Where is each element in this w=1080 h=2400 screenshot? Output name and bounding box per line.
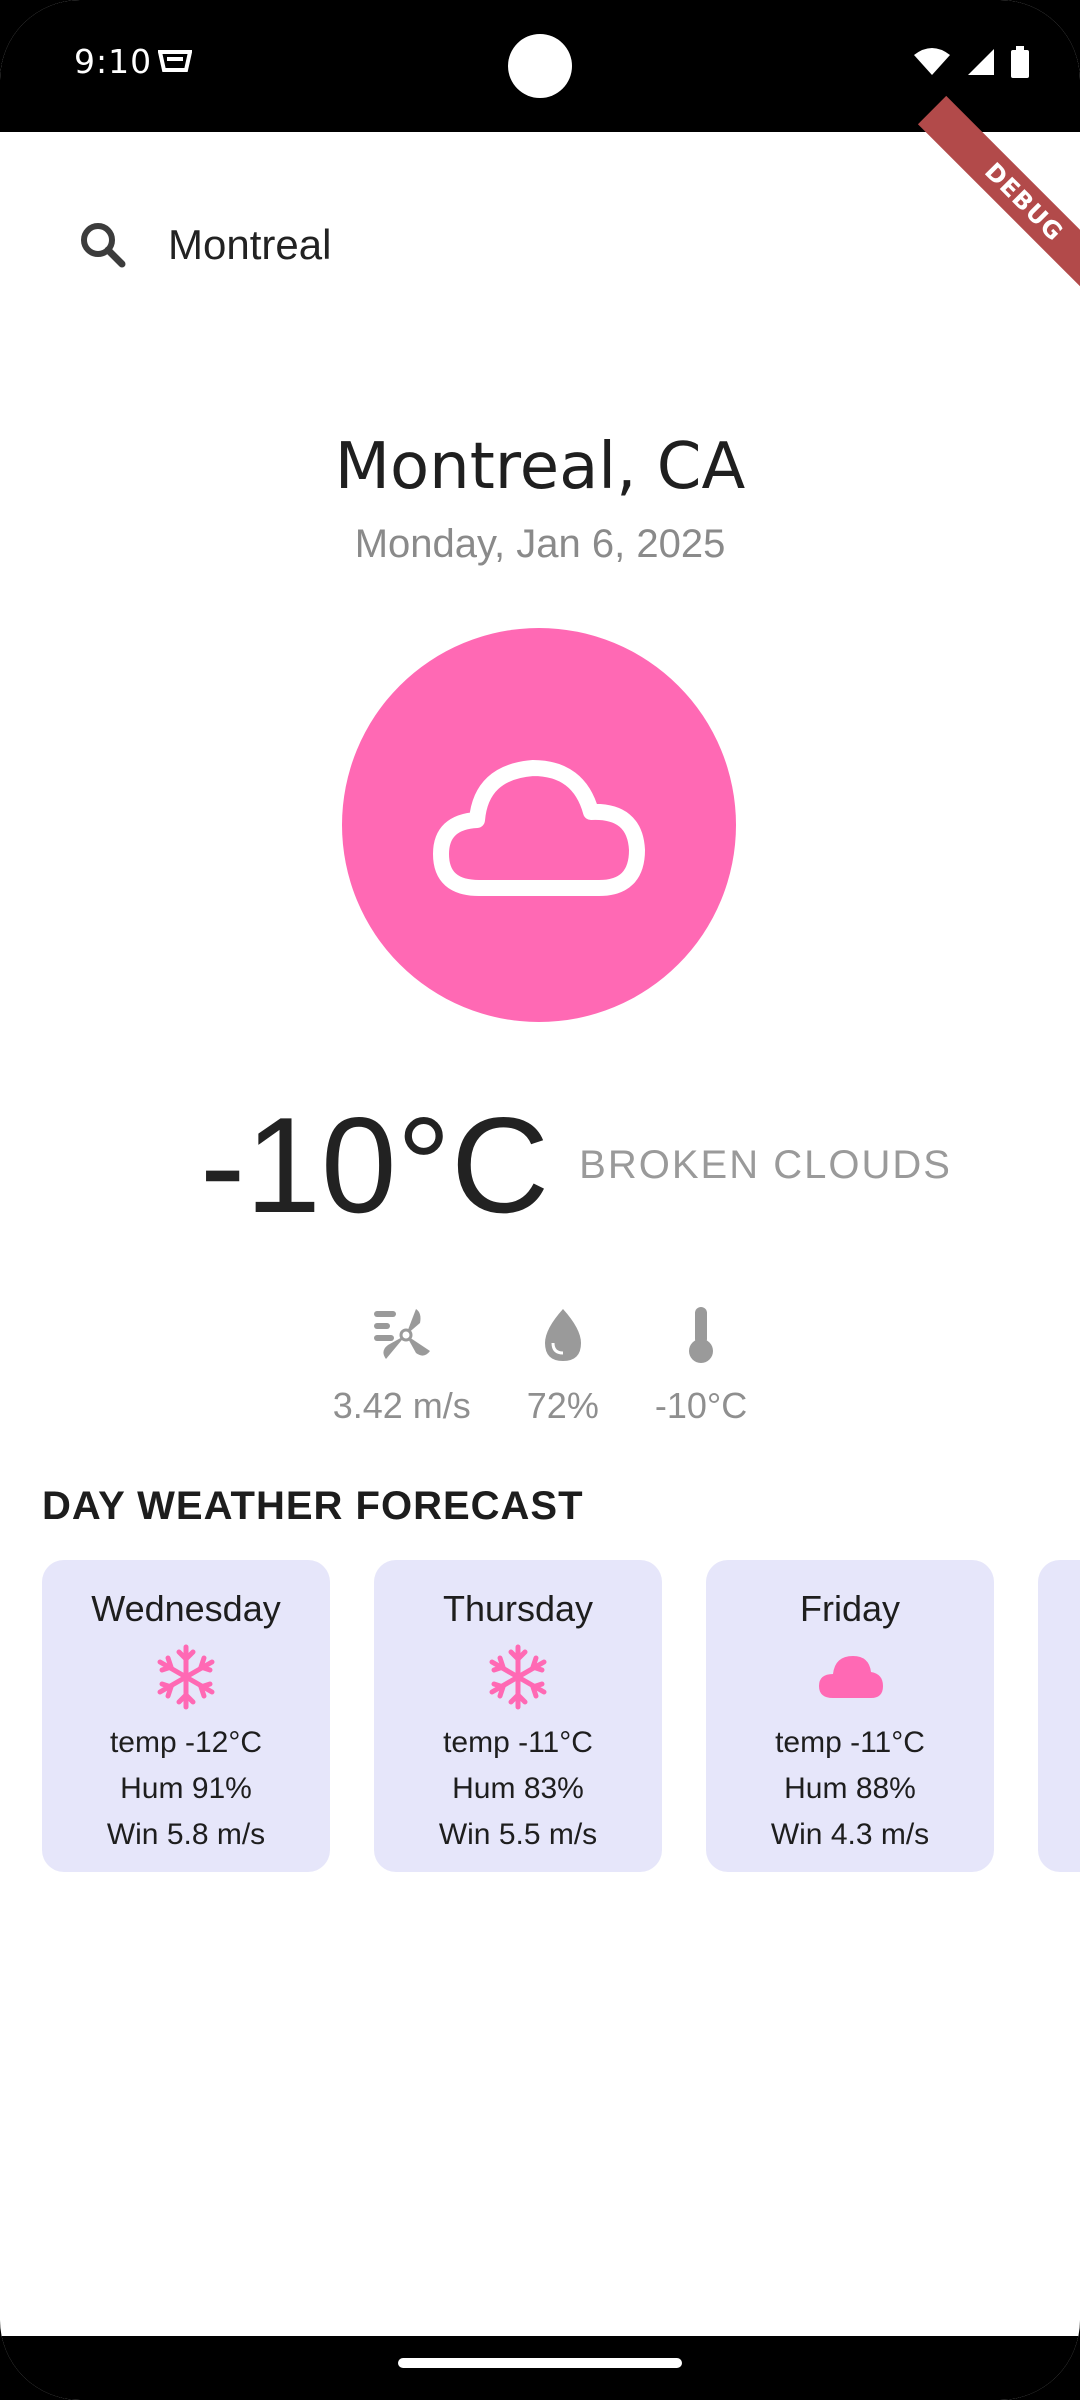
forecast-day: Thursday (442, 1588, 594, 1629)
weather-icon-circle (342, 628, 736, 1022)
wind-icon (373, 1309, 430, 1359)
status-time: 9:10 (74, 42, 153, 81)
navigation-bar (0, 2336, 1080, 2400)
forecast-card[interactable]: Friday temp -11°C Hum 88% Win 4.3 m/s (706, 1560, 994, 1872)
forecast-temp: temp -12°C (109, 1726, 263, 1759)
snowflake-icon (489, 1644, 547, 1710)
forecast-wind: Win 5.8 m/s (106, 1818, 266, 1851)
humidity-stat: 72% (527, 1305, 599, 1427)
notification-icon (158, 50, 192, 72)
forecast-day: Wednesday (91, 1588, 281, 1629)
forecast-wind: Win 5.5 m/s (438, 1818, 598, 1851)
status-icons (912, 46, 1030, 78)
weather-description: BROKEN CLOUDS (579, 1142, 952, 1187)
thermometer-icon (689, 1307, 714, 1363)
forecast-list[interactable]: Wednesday temp -12°C Hum 91% Win 5.8 m/s… (42, 1560, 1080, 1872)
current-date: Monday, Jan 6, 2025 (354, 522, 726, 566)
humidity-value: 72% (526, 1385, 599, 1426)
forecast-wind: Win 4.3 m/s (770, 1818, 930, 1851)
forecast-humidity: Hum 88% (784, 1772, 916, 1805)
search-icon[interactable] (76, 218, 130, 272)
forecast-day: Friday (799, 1588, 901, 1629)
wind-value: 3.42 m/s (332, 1385, 471, 1426)
forecast-card-partial[interactable] (1038, 1560, 1080, 1872)
forecast-card[interactable]: Wednesday temp -12°C Hum 91% Win 5.8 m/s (42, 1560, 330, 1872)
search-bar[interactable]: Montreal (76, 210, 331, 280)
forecast-humidity: Hum 83% (452, 1772, 584, 1805)
forecast-title: DAY WEATHER FORECAST (42, 1484, 584, 1528)
camera-cutout (508, 34, 572, 98)
wifi-icon (914, 48, 950, 75)
location-title: Montreal, CA (334, 430, 746, 504)
app-screen: 9:10 DEBUG Montreal Montreal, CA Monday,… (0, 0, 1080, 2400)
current-conditions: -10°C BROKEN CLOUDS (200, 1095, 952, 1235)
forecast-card[interactable]: Thursday temp -11°C Hum 83% Win 5.5 m/s (374, 1560, 662, 1872)
cloud-icon (433, 760, 645, 896)
home-indicator[interactable] (398, 2358, 682, 2368)
search-input[interactable]: Montreal (168, 221, 331, 269)
current-temperature: -10°C (200, 1089, 550, 1241)
snowflake-icon (157, 1644, 215, 1710)
forecast-humidity: Hum 91% (120, 1772, 252, 1805)
forecast-temp: temp -11°C (443, 1726, 593, 1759)
forecast-temp: temp -11°C (775, 1726, 925, 1759)
signal-icon (968, 49, 994, 75)
weather-stats: 3.42 m/s 72% -10°C (0, 1305, 1080, 1427)
feels-like-value: -10°C (654, 1385, 748, 1426)
feels-like-stat: -10°C (655, 1305, 747, 1427)
humidity-icon (544, 1309, 581, 1361)
wind-stat: 3.42 m/s (333, 1305, 471, 1427)
cloud-icon (819, 1656, 883, 1698)
battery-icon (1011, 46, 1029, 78)
status-bar: 9:10 (0, 0, 1080, 132)
